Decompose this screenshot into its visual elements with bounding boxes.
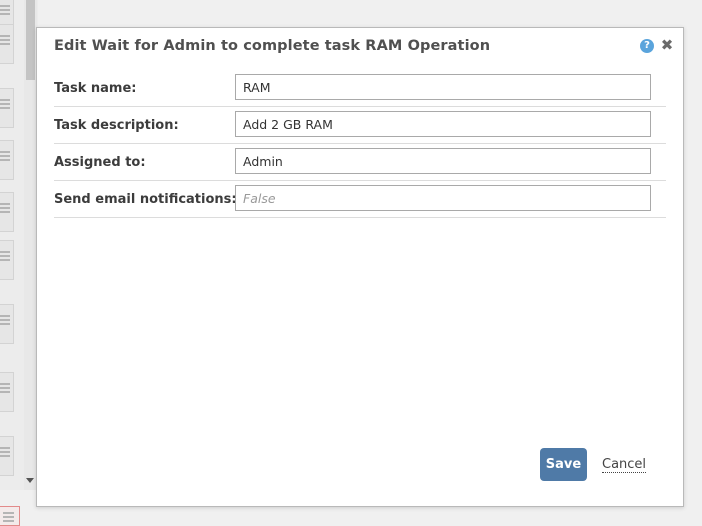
assigned-to-label: Assigned to: — [54, 155, 146, 170]
background-task-card — [0, 140, 14, 180]
drag-handle-icon — [0, 151, 10, 163]
background-task-card — [0, 304, 14, 344]
task-description-input[interactable] — [235, 111, 651, 137]
drag-handle-icon — [0, 447, 10, 459]
background-task-card — [0, 192, 14, 232]
cancel-link[interactable]: Cancel — [602, 457, 647, 473]
scrollbar-thumb[interactable] — [26, 0, 35, 80]
drag-handle-icon — [0, 35, 10, 47]
form-row-send-email: Send email notifications: — [54, 181, 666, 218]
edit-task-dialog: Edit Wait for Admin to complete task RAM… — [36, 27, 684, 507]
task-form: Task name: Task description: Assigned to… — [54, 70, 666, 218]
assigned-to-input[interactable] — [235, 148, 651, 174]
background-selected-card — [0, 506, 20, 526]
form-row-task-description: Task description: — [54, 107, 666, 144]
drag-handle-icon — [0, 383, 10, 395]
task-description-label: Task description: — [54, 118, 179, 133]
scroll-down-arrow-icon[interactable] — [26, 478, 34, 483]
drag-handle-icon — [0, 99, 10, 111]
drag-handle-icon — [3, 512, 14, 524]
background-task-card — [0, 24, 14, 64]
send-email-label: Send email notifications: — [54, 192, 237, 207]
help-icon[interactable]: ? — [640, 39, 654, 53]
save-button[interactable]: Save — [540, 448, 587, 481]
drag-handle-icon — [0, 315, 10, 327]
drag-handle-icon — [0, 203, 10, 215]
background-task-card — [0, 436, 14, 476]
drag-handle-icon — [0, 251, 10, 263]
task-name-input[interactable] — [235, 74, 651, 100]
form-row-task-name: Task name: — [54, 70, 666, 107]
background-task-card — [0, 372, 14, 412]
close-icon[interactable]: ✖ — [660, 38, 674, 53]
dialog-title: Edit Wait for Admin to complete task RAM… — [54, 38, 491, 54]
task-name-label: Task name: — [54, 81, 137, 96]
drag-handle-icon — [0, 5, 10, 17]
background-task-card — [0, 88, 14, 128]
background-task-card — [0, 240, 14, 280]
form-row-assigned-to: Assigned to: — [54, 144, 666, 181]
send-email-input[interactable] — [235, 185, 651, 211]
